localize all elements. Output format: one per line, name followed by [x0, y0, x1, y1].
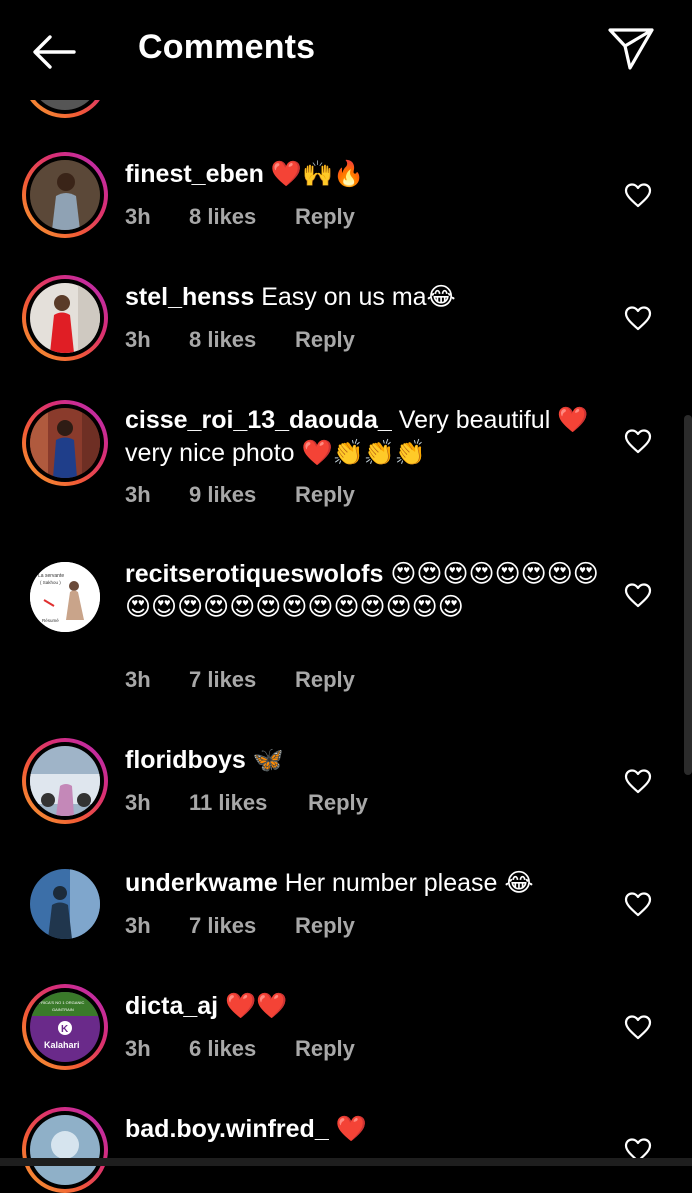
comment-text: stel_henss Easy on us ma😂 [125, 281, 605, 314]
comment-time: 3h [125, 1036, 151, 1061]
avatar[interactable] [22, 861, 108, 947]
comment-time: 3h [125, 667, 151, 692]
comment-body: ❤️🙌🔥 [263, 160, 365, 188]
comment-text: recitserotiqueswolofs 😍😍😍😍😍😍😍😍😍😍😍😍😍😍😍😍😍😍… [125, 558, 605, 624]
avatar-caption: Résumé [42, 618, 59, 623]
avatar-photo [30, 408, 100, 478]
back-arrow-icon[interactable] [28, 30, 80, 74]
avatar[interactable] [22, 152, 108, 238]
comment-text: bad.boy.winfred_ ❤️ [125, 1113, 605, 1146]
heart-outline-icon[interactable] [624, 305, 652, 331]
avatar-photo: AFRICA'S NO 1 ORGANIC GAINTRAIN K Kalaha… [30, 992, 100, 1062]
comment-body: Her number please 😂 [277, 869, 534, 897]
comment-text: dicta_aj ❤️❤️ [125, 990, 605, 1023]
comment-username[interactable]: finest_eben [125, 160, 264, 188]
heart-outline-icon[interactable] [624, 428, 652, 454]
comment-time: 3h [125, 327, 151, 352]
avatar-caption: AFRICA'S NO 1 ORGANIC [36, 1000, 84, 1005]
reply-button[interactable]: Reply [295, 913, 355, 939]
comment-text: finest_eben ❤️🙌🔥 [125, 158, 605, 191]
comment-username[interactable]: recitserotiqueswolofs [125, 560, 383, 588]
avatar-photo [30, 746, 100, 816]
comment-username[interactable]: underkwame [125, 869, 278, 897]
scrollbar[interactable] [684, 415, 692, 775]
page-title: Comments [138, 28, 316, 66]
comment-time: 3h [125, 204, 151, 229]
reply-button[interactable]: Reply [295, 482, 355, 508]
comment-username[interactable]: cisse_roi_13_daouda_ [125, 406, 392, 434]
avatar[interactable] [22, 400, 108, 486]
heart-outline-icon[interactable] [624, 1014, 652, 1040]
comment-time: 3h [125, 790, 151, 815]
reply-button[interactable]: Reply [295, 667, 355, 693]
comment-body: Easy on us ma😂 [254, 283, 456, 311]
comment-username[interactable]: dicta_aj [125, 992, 218, 1020]
avatar-photo [30, 160, 100, 230]
avatar[interactable]: La servante ( Sakhou ) Résumé [22, 554, 108, 640]
comment-time: 3h [125, 482, 151, 507]
avatar[interactable]: AFRICA'S NO 1 ORGANIC GAINTRAIN K Kalaha… [22, 984, 108, 1070]
avatar[interactable] [22, 738, 108, 824]
comment-username[interactable]: stel_henss [125, 283, 254, 311]
avatar-photo [30, 1115, 100, 1185]
comment-body: ❤️❤️ [218, 992, 288, 1020]
avatar-caption: La servante [38, 573, 64, 579]
comment-body: ❤️ [328, 1115, 367, 1143]
comment-body: 🦋 [245, 746, 284, 774]
reply-button[interactable]: Reply [295, 204, 355, 230]
heart-outline-icon[interactable] [624, 768, 652, 794]
avatar[interactable] [22, 1107, 108, 1193]
comment-text: floridboys 🦋 [125, 744, 605, 777]
avatar-photo [30, 869, 100, 939]
reply-button[interactable]: Reply [308, 790, 368, 816]
heart-outline-icon[interactable] [624, 182, 652, 208]
avatar-photo [30, 283, 100, 353]
comment-text: underkwame Her number please 😂 [125, 867, 605, 900]
comment-username[interactable]: bad.boy.winfred_ [125, 1115, 329, 1143]
avatar-caption: GAINTRAIN [52, 1007, 74, 1012]
avatar-caption: K [61, 1024, 69, 1035]
comment-likes[interactable]: 9 likes [189, 482, 256, 508]
comment-time: 3h [125, 913, 151, 938]
heart-outline-icon[interactable] [624, 891, 652, 917]
avatar[interactable] [22, 275, 108, 361]
comment-username[interactable]: floridboys [125, 746, 246, 774]
comment-likes[interactable]: 6 likes [189, 1036, 256, 1062]
bottom-edge-bar [0, 1158, 692, 1166]
top-bar: Comments [0, 0, 692, 100]
avatar-caption: ( Sakhou ) [40, 580, 61, 585]
send-icon[interactable] [604, 24, 658, 74]
comment-likes[interactable]: 11 likes [189, 790, 267, 816]
reply-button[interactable]: Reply [295, 327, 355, 353]
avatar-photo: La servante ( Sakhou ) Résumé [30, 562, 100, 632]
comments-list: finest_eben ❤️🙌🔥 3h 8 likes Reply stel_h… [0, 0, 692, 1193]
comment-likes[interactable]: 8 likes [189, 327, 256, 353]
avatar-caption: Kalahari [44, 1040, 80, 1050]
heart-outline-icon[interactable] [624, 582, 652, 608]
comment-text: cisse_roi_13_daouda_ Very beautiful ❤️ v… [125, 404, 605, 470]
reply-button[interactable]: Reply [295, 1036, 355, 1062]
comment-likes[interactable]: 7 likes [189, 667, 256, 693]
comment-likes[interactable]: 8 likes [189, 204, 256, 230]
comment-likes[interactable]: 7 likes [189, 913, 256, 939]
